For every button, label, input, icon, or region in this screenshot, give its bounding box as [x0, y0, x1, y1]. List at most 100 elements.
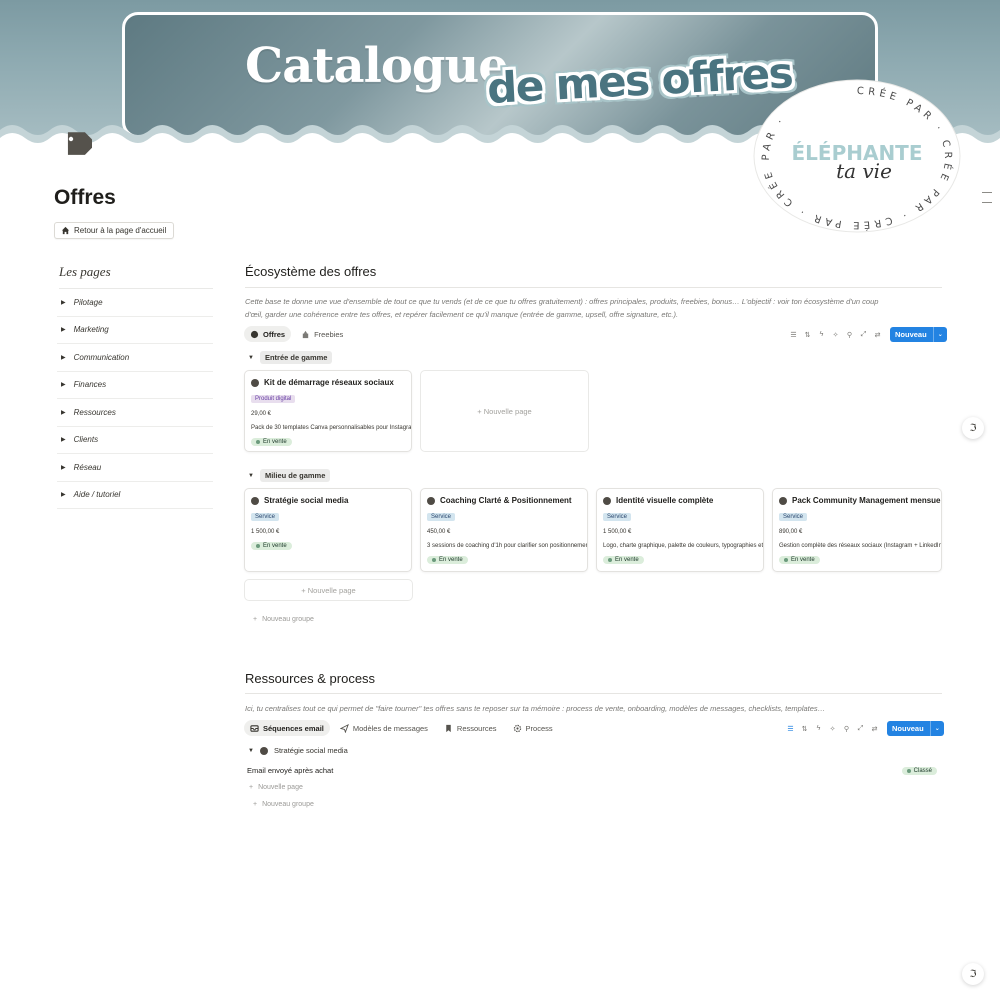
toggle-triangle-icon[interactable]: ▶: [61, 381, 66, 388]
ai-icon[interactable]: ✧: [830, 329, 841, 340]
card-title: Coaching Clarté & Positionnement: [440, 496, 572, 505]
list-row[interactable]: Email envoyé après achat Classé: [247, 766, 937, 775]
new-group-button[interactable]: + Nouveau groupe: [253, 801, 314, 808]
tab-ressources[interactable]: Ressources: [438, 720, 503, 736]
page-dot-icon: [779, 496, 787, 505]
eco-toolbar: ☰ ⇅ ϟ ✧ ⚲ ⤢ ⇄ Nouveau ⌄: [788, 327, 947, 342]
filter-icon[interactable]: ☰: [785, 723, 796, 734]
toggle-triangle-icon[interactable]: ▶: [61, 491, 66, 498]
settings-icon[interactable]: ⇄: [872, 329, 883, 340]
ai-icon[interactable]: ✧: [827, 723, 838, 734]
collapse-triangle-icon[interactable]: ▼: [248, 473, 254, 479]
offer-card[interactable]: Identité visuelle complète Service 1 500…: [596, 488, 764, 572]
offer-card[interactable]: Pack Community Management mensuel Servic…: [772, 488, 942, 572]
card-description: Pack de 30 templates Canva personnalisab…: [251, 425, 412, 431]
sidebar-item-marketing[interactable]: ▶ Marketing: [57, 317, 213, 344]
group-header-milieu[interactable]: ▼ Milieu de gamme: [248, 469, 331, 482]
toggle-triangle-icon[interactable]: ▶: [61, 409, 66, 416]
tab-label: Freebies: [314, 329, 344, 339]
card-description: Gestion complète des réseaux sociaux (In…: [779, 543, 942, 549]
toggle-triangle-icon[interactable]: ▶: [61, 299, 66, 306]
inbox-icon: [250, 724, 259, 732]
sidebar-item-clients[interactable]: ▶ Clients: [57, 427, 213, 454]
notion-ai-icon[interactable]: ℑ: [962, 963, 984, 985]
sidebar-item-communication[interactable]: ▶ Communication: [57, 344, 213, 372]
add-page-card[interactable]: + Nouvelle page: [420, 370, 589, 452]
sidebar-item-pilotage[interactable]: ▶ Pilotage: [57, 289, 213, 317]
back-home-button[interactable]: Retour à la page d'accueil: [54, 222, 175, 239]
toggle-triangle-icon[interactable]: ▶: [61, 354, 66, 361]
group-name: Stratégie social media: [273, 746, 348, 755]
sidebar-item-label: Aide / tutoriel: [73, 490, 121, 500]
automation-icon[interactable]: ϟ: [813, 723, 824, 734]
settings-icon[interactable]: ⇄: [869, 723, 880, 734]
chevron-down-icon[interactable]: ⌄: [929, 721, 944, 736]
sort-icon[interactable]: ⇅: [799, 723, 810, 734]
tab-offres[interactable]: Offres: [244, 326, 292, 342]
tab-process[interactable]: Process: [507, 720, 559, 736]
new-page-button[interactable]: + Nouvelle page: [249, 784, 303, 791]
card-description: 3 sessions de coaching d'1h pour clarifi…: [427, 543, 588, 549]
new-entry-button[interactable]: Nouveau ⌄: [890, 327, 947, 342]
tab-label: Séquences email: [263, 723, 324, 733]
tab-label: Modèles de messages: [352, 723, 428, 733]
plus-icon: +: [253, 801, 258, 808]
page-dot-icon: [259, 746, 268, 755]
tab-sequences-email[interactable]: Séquences email: [244, 720, 330, 736]
sidebar-item-aide[interactable]: ▶ Aide / tutoriel: [57, 482, 213, 509]
chevron-down-icon[interactable]: ⌄: [932, 327, 947, 342]
toggle-triangle-icon[interactable]: ▶: [61, 326, 66, 333]
price: 29,00 €: [251, 411, 272, 417]
res-view-tabs: Séquences email Modèles de messages Ress…: [244, 720, 559, 736]
plus-icon: +: [249, 784, 254, 791]
gift-icon: [302, 330, 309, 338]
sidebar-item-label: Finances: [73, 380, 107, 390]
search-icon[interactable]: ⚲: [841, 723, 852, 734]
res-description: Ici, tu centralises tout ce qui permet d…: [245, 704, 826, 713]
new-button-label: Nouveau: [892, 724, 924, 733]
search-icon[interactable]: ⚲: [844, 329, 855, 340]
pages-sidebar: Les pages ▶ Pilotage ▶ Marketing ▶ Communic…: [57, 264, 213, 509]
group-header-entree[interactable]: ▼ Entrée de gamme: [248, 351, 333, 364]
type-tag: Produit digital: [251, 395, 296, 403]
add-page-row[interactable]: + Nouvelle page: [244, 579, 413, 601]
offer-card[interactable]: Kit de démarrage réseaux sociaux Produit…: [244, 370, 412, 452]
new-entry-button[interactable]: Nouveau ⌄: [887, 721, 944, 736]
offer-card[interactable]: Coaching Clarté & Positionnement Service…: [420, 488, 588, 572]
automation-icon[interactable]: ϟ: [816, 329, 827, 340]
price: 1 500,00 €: [251, 529, 280, 535]
collapse-triangle-icon[interactable]: ▼: [248, 355, 254, 361]
filter-icon[interactable]: ☰: [788, 329, 799, 340]
page-dot-icon: [603, 496, 611, 505]
tag-icon[interactable]: [58, 128, 92, 162]
price: 1 500,00 €: [603, 529, 632, 535]
add-page-label: Nouvelle page: [483, 406, 532, 416]
status-badge: En vente: [603, 556, 644, 564]
page-dot-icon: [251, 378, 259, 387]
sidebar-item-label: Pilotage: [73, 297, 103, 307]
sidebar-item-ressources[interactable]: ▶ Ressources: [57, 399, 213, 427]
tab-freebies[interactable]: Freebies: [295, 326, 349, 342]
tab-modeles-messages[interactable]: Modèles de messages: [334, 720, 434, 736]
brand-stamp-logo: CRÉE PAR · CRÉE PAR · CRÉE PAR · CRÉE PA…: [753, 79, 961, 233]
collapse-triangle-icon[interactable]: ▼: [248, 748, 254, 754]
expand-icon[interactable]: ⤢: [858, 329, 869, 340]
eco-section-title: Écosystème des offres: [245, 264, 377, 279]
offer-card[interactable]: Stratégie social media Service 1 500,00 …: [244, 488, 412, 572]
new-button-label: Nouveau: [895, 330, 927, 339]
toggle-triangle-icon[interactable]: ▶: [61, 436, 66, 443]
sort-icon[interactable]: ⇅: [802, 329, 813, 340]
sidebar-item-finances[interactable]: ▶ Finances: [57, 372, 213, 399]
toggle-triangle-icon[interactable]: ▶: [61, 464, 66, 471]
page-dot-icon: [251, 496, 259, 505]
expand-icon[interactable]: ⤢: [855, 723, 866, 734]
notion-ai-icon[interactable]: ℑ: [962, 417, 984, 439]
sidebar-item-reseau[interactable]: ▶ Réseau: [57, 454, 213, 482]
stamp-brand-bottom: ta vie: [836, 159, 892, 183]
group-header-strategie[interactable]: ▼ Stratégie social media: [248, 746, 348, 755]
divider: [245, 693, 942, 694]
new-group-button[interactable]: + Nouveau groupe: [253, 616, 314, 623]
eco-description-line: d'œil, garder une cohérence entre tes of…: [245, 310, 679, 319]
group-pill: Milieu de gamme: [259, 469, 331, 482]
type-tag: Service: [779, 513, 808, 521]
